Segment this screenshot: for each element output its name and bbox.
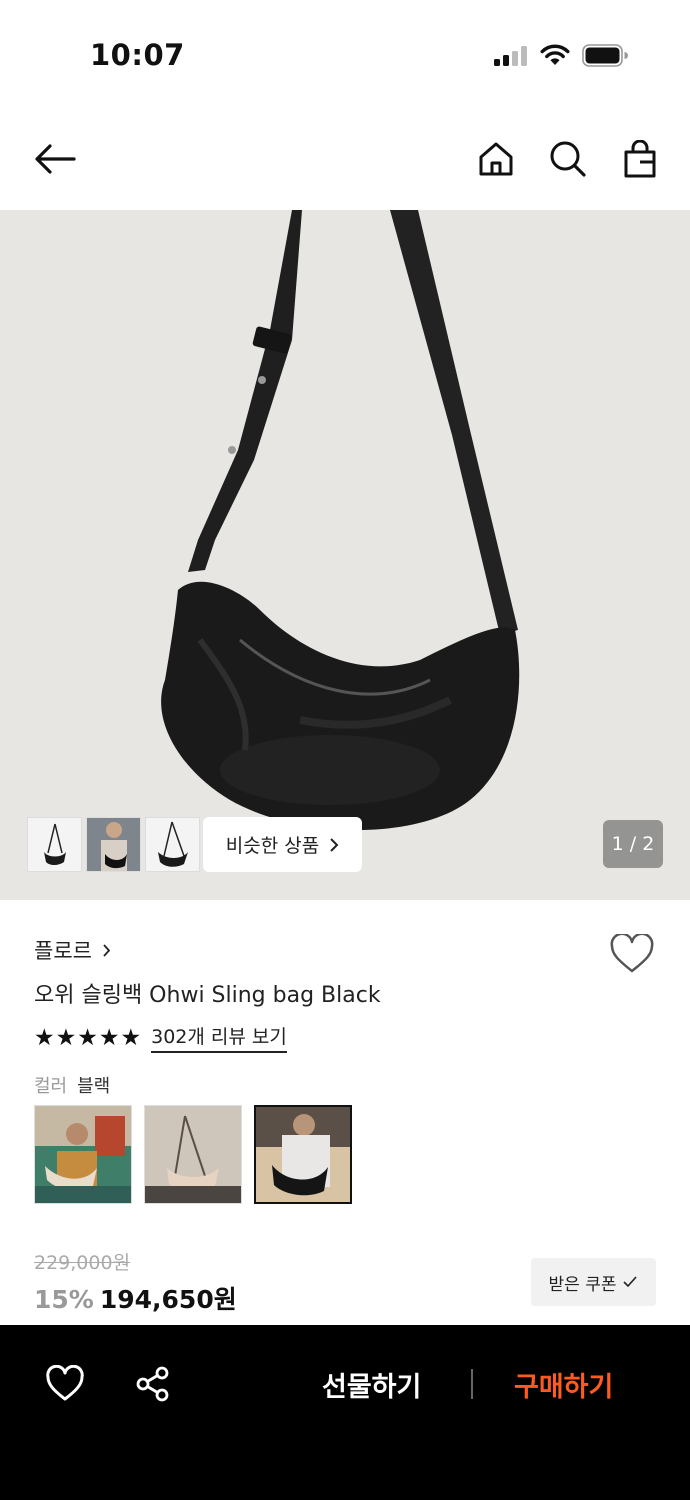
search-button[interactable] xyxy=(545,136,591,182)
brand-name: 플로르 xyxy=(34,939,92,963)
rating-row: ★ ★ ★ ★ ★ 302개 리뷰 보기 xyxy=(34,1022,287,1053)
cream-bag-swatch-image xyxy=(35,1106,131,1203)
review-link[interactable]: 302개 리뷰 보기 xyxy=(151,1022,287,1053)
bag-thumbnail-icon xyxy=(158,821,188,867)
beige-bag-swatch-image xyxy=(145,1106,241,1203)
thumbnail-2[interactable] xyxy=(86,817,141,872)
signal-icon xyxy=(494,46,530,66)
color-label: 컬러 xyxy=(34,1076,68,1097)
home-button[interactable] xyxy=(473,136,519,182)
share-button[interactable] xyxy=(134,1365,172,1403)
thumbnail-strip xyxy=(27,817,200,872)
search-icon xyxy=(550,141,586,177)
thumbnail-1[interactable] xyxy=(27,817,82,872)
wishlist-button[interactable] xyxy=(610,932,654,974)
rating-stars: ★ ★ ★ ★ ★ xyxy=(34,1024,141,1052)
product-name: 오위 슬링백 Ohwi Sling bag Black xyxy=(34,983,381,1008)
nav-bar xyxy=(0,110,690,210)
check-icon xyxy=(623,1276,638,1288)
color-value: 블랙 xyxy=(77,1076,111,1097)
image-page-indicator: 1 / 2 xyxy=(603,820,663,868)
shopping-bag-icon xyxy=(624,140,656,178)
shopping-bag-button[interactable] xyxy=(617,136,663,182)
product-image[interactable] xyxy=(0,210,690,900)
color-swatches xyxy=(34,1105,352,1204)
star-icon: ★ xyxy=(77,1024,98,1051)
received-coupon-button[interactable]: 받은 쿠폰 xyxy=(531,1258,656,1306)
model-thumbnail-icon xyxy=(87,818,140,871)
home-icon xyxy=(479,142,513,176)
status-bar: 10:07 xyxy=(0,0,690,110)
share-icon xyxy=(136,1366,169,1402)
star-icon: ★ xyxy=(120,1024,142,1051)
status-time: 10:07 xyxy=(90,38,185,72)
color-swatch-3-selected[interactable] xyxy=(254,1105,352,1204)
black-sling-bag-illustration xyxy=(161,210,520,830)
star-icon: ★ xyxy=(98,1024,120,1051)
coupon-label: 받은 쿠폰 xyxy=(548,1274,617,1295)
similar-products-label: 비슷한 상품 xyxy=(225,835,320,857)
color-swatch-1[interactable] xyxy=(34,1105,132,1204)
discount-rate: 15% xyxy=(34,1285,94,1314)
original-price: 229,000원 xyxy=(34,1252,131,1274)
star-icon: ★ xyxy=(55,1024,77,1051)
black-bag-swatch-image xyxy=(256,1107,350,1202)
color-swatch-2[interactable] xyxy=(144,1105,242,1204)
battery-icon xyxy=(582,44,628,67)
bottom-divider xyxy=(471,1369,473,1399)
color-row: 컬러 블랙 xyxy=(34,1072,110,1098)
gift-button[interactable]: 선물하기 xyxy=(322,1365,421,1404)
chevron-right-icon xyxy=(330,837,339,852)
buy-button[interactable]: 구매하기 xyxy=(514,1365,613,1404)
chevron-right-icon xyxy=(103,943,111,957)
star-icon: ★ xyxy=(34,1024,55,1051)
brand-link[interactable]: 플로르 xyxy=(34,935,111,965)
sale-price: 194,650원 xyxy=(99,1285,237,1314)
bottom-wishlist-button[interactable] xyxy=(46,1364,84,1403)
heart-icon xyxy=(46,1364,84,1401)
price-row: 15% 194,650원 xyxy=(34,1280,237,1316)
heart-icon xyxy=(610,932,654,973)
back-button[interactable] xyxy=(32,136,78,182)
wifi-icon xyxy=(540,44,570,65)
bag-thumbnail-icon xyxy=(44,823,66,865)
back-arrow-icon xyxy=(35,144,76,174)
similar-products-button[interactable]: 비슷한 상품 xyxy=(203,817,362,872)
bottom-action-bar: 선물하기 구매하기 xyxy=(0,1325,690,1500)
thumbnail-3[interactable] xyxy=(145,817,200,872)
